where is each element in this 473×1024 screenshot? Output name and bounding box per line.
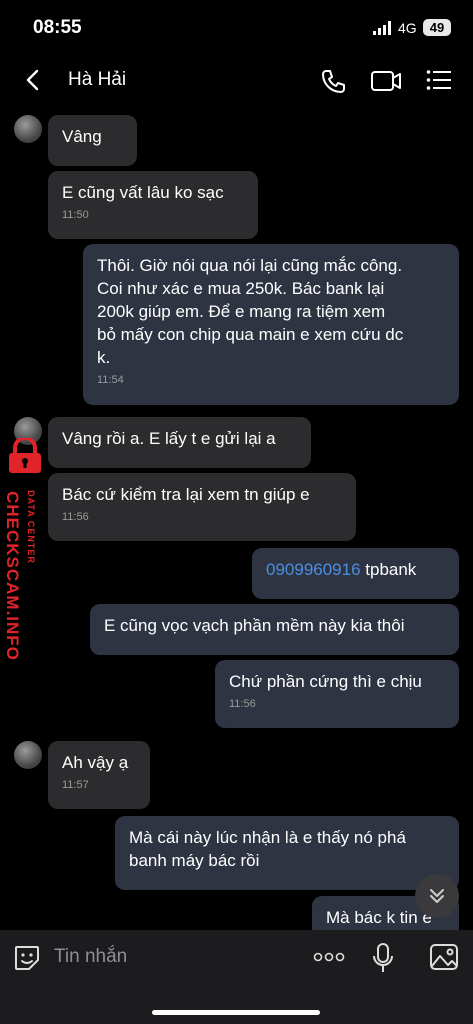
sticker-icon[interactable] — [13, 944, 41, 972]
status-bar: 08:55 4G 49 — [0, 0, 473, 56]
video-call-icon[interactable] — [370, 69, 402, 93]
watermark: CHECKSCAM.INFO DATA CENTER — [0, 436, 50, 666]
message-time: 11:56 — [229, 698, 256, 710]
message-bubble[interactable]: E cũng vọc vạch phần mềm này kia thôi — [90, 604, 459, 655]
menu-list-icon[interactable] — [426, 69, 452, 91]
message-bubble[interactable]: Vâng rồi a. E lấy t e gửi lại a — [48, 417, 311, 468]
message-time: 11:57 — [62, 779, 89, 791]
home-indicator — [152, 1010, 320, 1015]
image-gallery-icon[interactable] — [429, 943, 459, 971]
message-bubble[interactable]: 0909960916 tpbank — [252, 548, 459, 599]
message-list[interactable]: Vâng E cũng vất lâu ko sạc 11:50 Thôi. G… — [0, 104, 473, 930]
message-bubble[interactable]: Vâng — [48, 115, 137, 166]
double-chevron-down-icon — [430, 889, 444, 903]
message-time: 11:50 — [62, 209, 89, 221]
more-options-icon[interactable] — [313, 951, 345, 963]
microphone-icon[interactable] — [372, 942, 394, 974]
avatar[interactable] — [14, 741, 42, 769]
message-bubble[interactable]: Thôi. Giờ nói qua nói lại cũng mắc công.… — [83, 244, 459, 405]
lock-icon — [9, 438, 41, 473]
message-time: 11:56 — [62, 511, 89, 523]
status-time: 08:55 — [33, 17, 82, 38]
message-bubble[interactable]: Mà cái này lúc nhận là e thấy nó phá ban… — [115, 816, 459, 890]
watermark-subtext: DATA CENTER — [26, 490, 36, 564]
message-bubble[interactable]: Chứ phần cứng thì e chịu 11:56 — [215, 660, 459, 728]
signal-icon — [373, 21, 391, 35]
chat-header: Hà Hải — [0, 56, 473, 104]
message-composer: Tin nhắn — [0, 930, 473, 1024]
message-input[interactable]: Tin nhắn — [54, 946, 127, 968]
contact-name[interactable]: Hà Hải — [68, 69, 126, 91]
network-label: 4G — [398, 20, 417, 36]
phone-number-link[interactable]: 0909960916 — [266, 560, 361, 579]
message-bubble[interactable]: E cũng vất lâu ko sạc 11:50 — [48, 171, 258, 239]
phone-icon[interactable] — [320, 68, 346, 94]
message-time: 11:54 — [97, 374, 124, 386]
scroll-down-button[interactable] — [415, 874, 459, 918]
watermark-text: CHECKSCAM.INFO — [3, 491, 22, 661]
back-arrow-icon[interactable] — [22, 68, 44, 92]
message-bubble[interactable]: Bác cứ kiểm tra lại xem tn giúp e 11:56 — [48, 473, 356, 541]
message-bubble[interactable]: Ah vậy ạ 11:57 — [48, 741, 150, 809]
avatar[interactable] — [14, 115, 42, 143]
battery-icon: 49 — [423, 19, 451, 36]
